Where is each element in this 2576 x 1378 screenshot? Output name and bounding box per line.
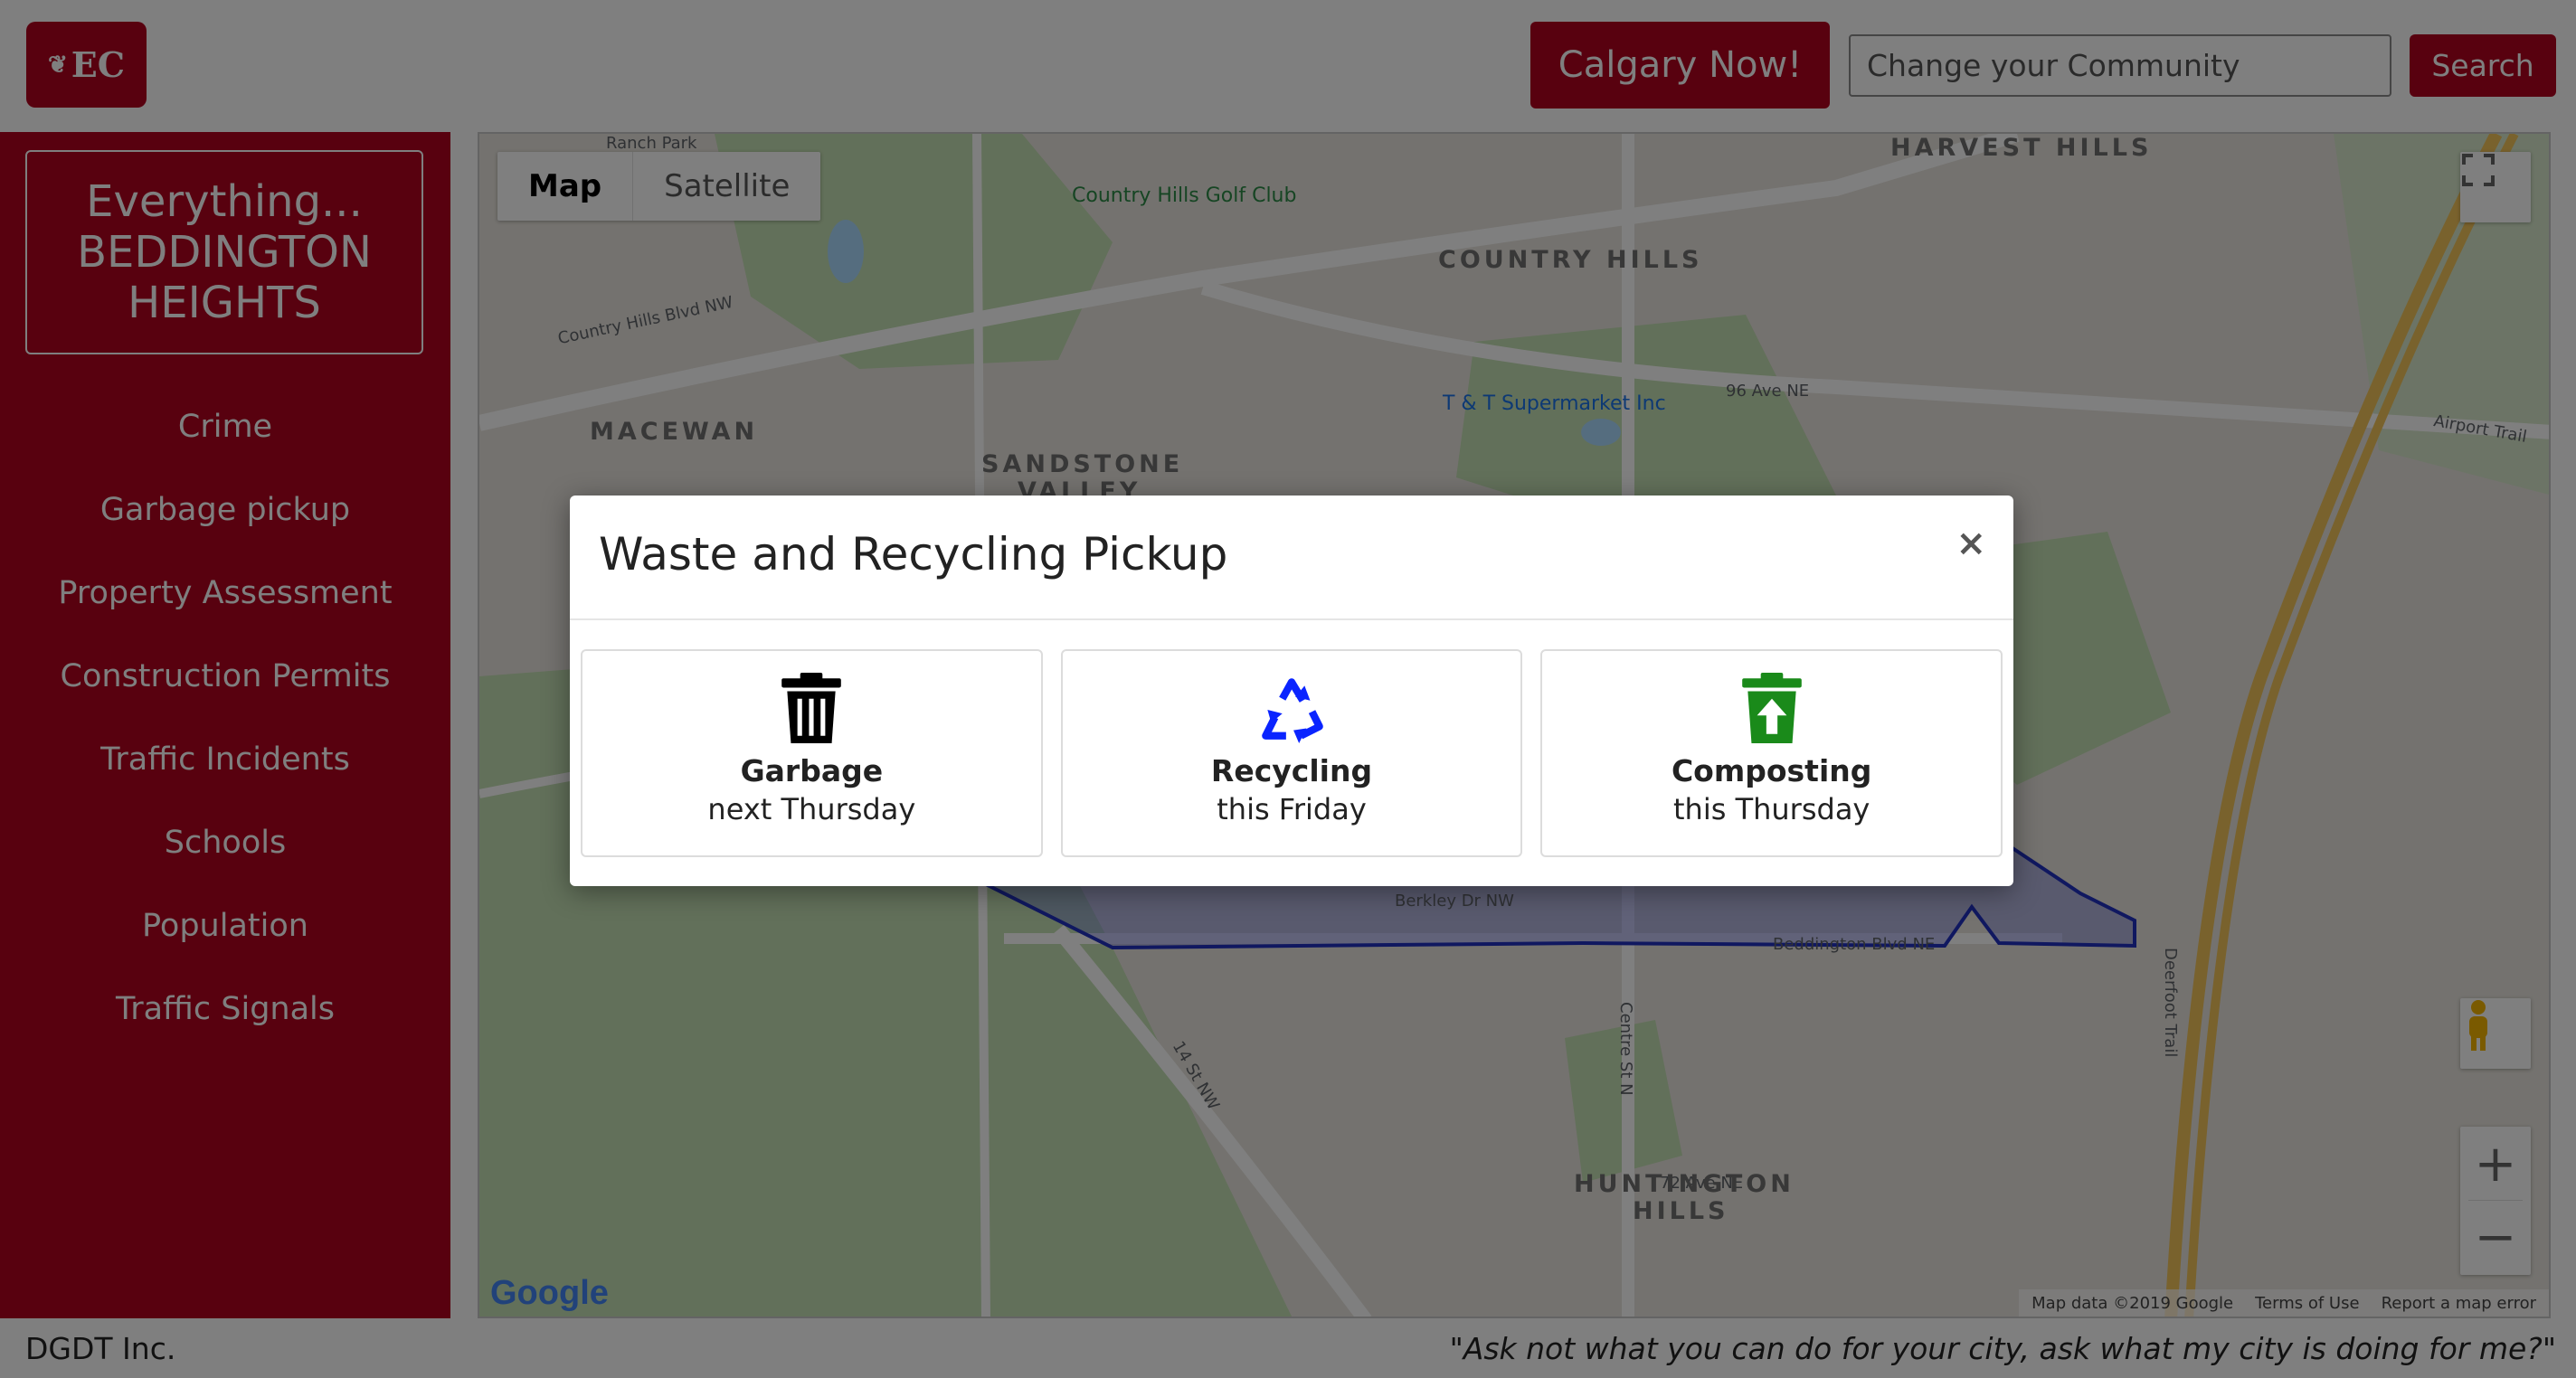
modal-header: Waste and Recycling Pickup × (570, 496, 2013, 620)
garbage-card: Garbage next Thursday (581, 649, 1043, 857)
modal-title: Waste and Recycling Pickup (599, 528, 1228, 580)
garbage-date: next Thursday (707, 792, 916, 826)
composting-card: Composting this Thursday (1540, 649, 2003, 857)
recycling-card: Recycling this Friday (1060, 649, 1523, 857)
recycle-icon (1262, 678, 1323, 743)
close-icon[interactable]: × (1956, 523, 1986, 564)
garbage-label: Garbage (740, 753, 884, 788)
recycling-date: this Friday (1217, 792, 1367, 826)
recycling-label: Recycling (1210, 753, 1373, 788)
composting-date: this Thursday (1673, 792, 1870, 826)
compost-bin-icon (1741, 673, 1802, 743)
waste-pickup-modal: Waste and Recycling Pickup × Garbage nex… (570, 496, 2013, 886)
trash-icon (781, 673, 842, 743)
pickup-cards: Garbage next Thursday Recycling this Fri… (581, 649, 2003, 857)
composting-label: Composting (1671, 753, 1872, 788)
